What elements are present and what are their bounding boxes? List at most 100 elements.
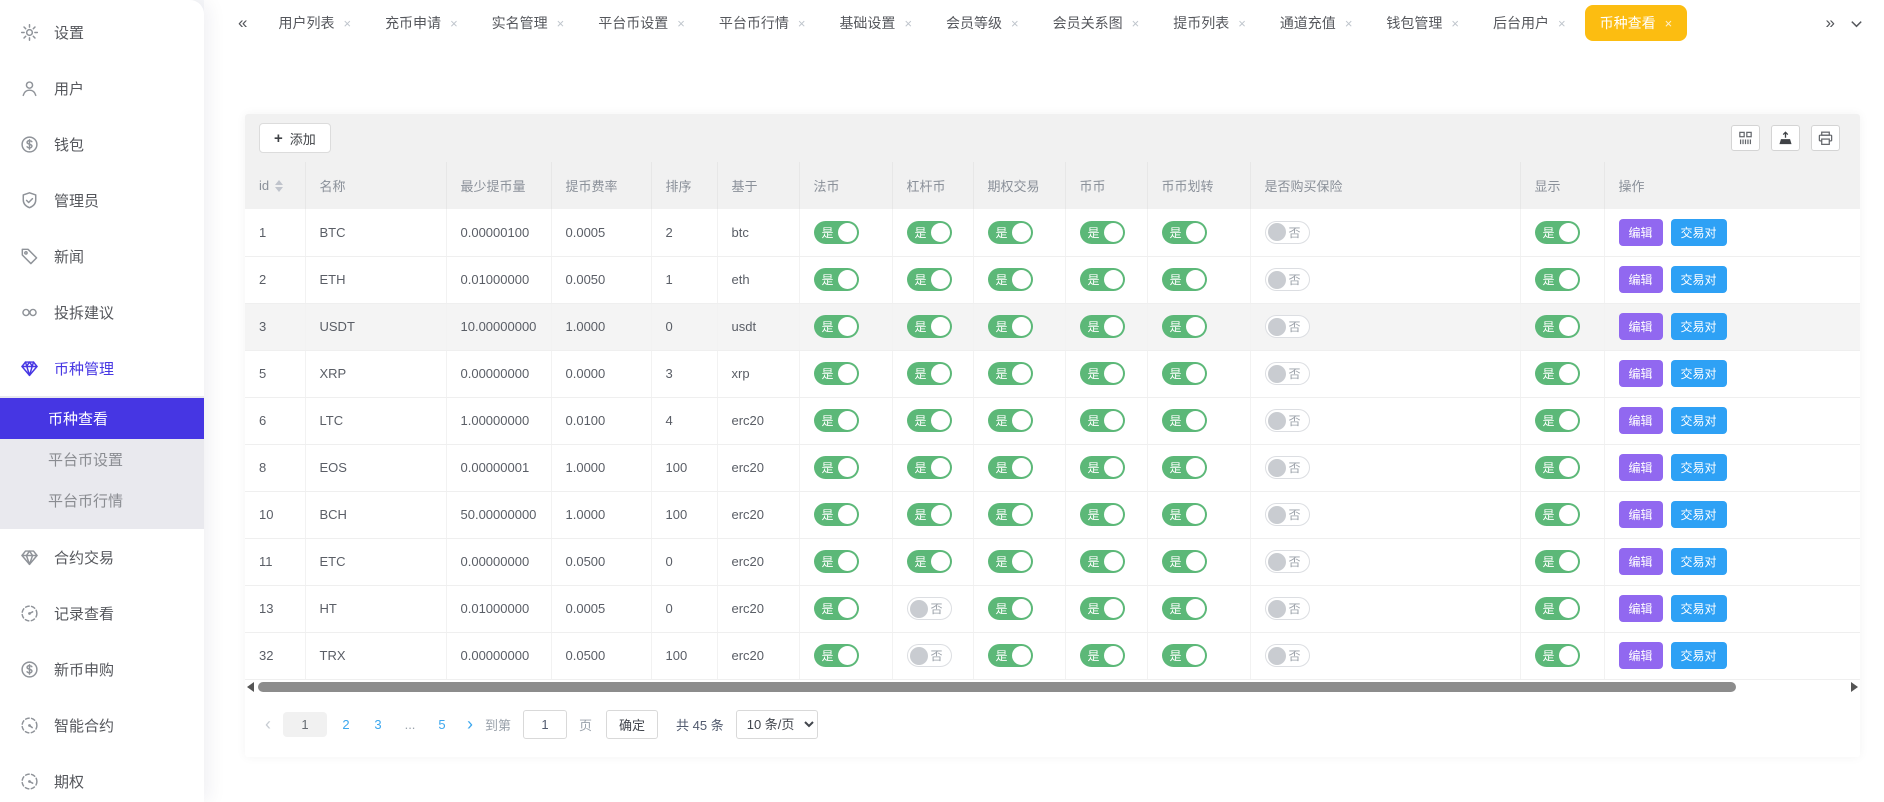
fiat-toggle-on[interactable]: 是 bbox=[814, 597, 859, 620]
tab-realname-manage[interactable]: 实名管理× bbox=[477, 5, 580, 41]
scrollbar-left-arrow-icon[interactable] bbox=[247, 682, 254, 692]
tab-withdraw-list[interactable]: 提币列表× bbox=[1158, 5, 1261, 41]
trade-pair-button[interactable]: 交易对 bbox=[1671, 642, 1727, 669]
tab-deposit-apply[interactable]: 充币申请× bbox=[370, 5, 473, 41]
fiat-toggle-on[interactable]: 是 bbox=[814, 503, 859, 526]
coin-toggle-on[interactable]: 是 bbox=[1080, 503, 1125, 526]
insurance-toggle-off[interactable]: 否 bbox=[1265, 221, 1310, 244]
show-toggle-on[interactable]: 是 bbox=[1535, 644, 1580, 667]
page-link-1[interactable]: 1 bbox=[283, 712, 327, 737]
coin-toggle-on[interactable]: 是 bbox=[1080, 456, 1125, 479]
transfer-toggle-on[interactable]: 是 bbox=[1162, 597, 1207, 620]
show-toggle-on[interactable]: 是 bbox=[1535, 268, 1580, 291]
edit-button[interactable]: 编辑 bbox=[1619, 313, 1663, 340]
scrollbar-thumb[interactable] bbox=[258, 682, 1736, 692]
leverage-toggle-off[interactable]: 否 bbox=[907, 597, 952, 620]
show-toggle-on[interactable]: 是 bbox=[1535, 550, 1580, 573]
page-link-3[interactable]: 3 bbox=[365, 712, 391, 737]
edit-button[interactable]: 编辑 bbox=[1619, 407, 1663, 434]
tab-platform-coin-settings[interactable]: 平台币设置× bbox=[583, 5, 700, 41]
options-toggle-on[interactable]: 是 bbox=[988, 268, 1033, 291]
trade-pair-button[interactable]: 交易对 bbox=[1671, 501, 1727, 528]
page-size-select[interactable]: 10 条/页 bbox=[736, 710, 818, 739]
confirm-button[interactable]: 确定 bbox=[606, 710, 658, 739]
tab-basic-settings[interactable]: 基础设置× bbox=[824, 5, 927, 41]
sidebar-subitem-platform-coin-quotes[interactable]: 平台币行情 bbox=[0, 480, 204, 521]
leverage-toggle-on[interactable]: 是 bbox=[907, 503, 952, 526]
tab-close-icon[interactable]: × bbox=[1238, 16, 1246, 31]
options-toggle-on[interactable]: 是 bbox=[988, 456, 1033, 479]
tab-member-relation[interactable]: 会员关系图× bbox=[1038, 5, 1155, 41]
sidebar-item-wallet[interactable]: 钱包 bbox=[0, 116, 204, 172]
transfer-toggle-on[interactable]: 是 bbox=[1162, 644, 1207, 667]
edit-button[interactable]: 编辑 bbox=[1619, 548, 1663, 575]
trade-pair-button[interactable]: 交易对 bbox=[1671, 313, 1727, 340]
sidebar-item-settings[interactable]: 设置 bbox=[0, 4, 204, 60]
tab-close-icon[interactable]: × bbox=[1558, 16, 1566, 31]
tab-close-icon[interactable]: × bbox=[343, 16, 351, 31]
transfer-toggle-on[interactable]: 是 bbox=[1162, 315, 1207, 338]
fiat-toggle-on[interactable]: 是 bbox=[814, 409, 859, 432]
tabs-scroll-right-icon[interactable]: » bbox=[1818, 13, 1843, 33]
options-toggle-on[interactable]: 是 bbox=[988, 315, 1033, 338]
options-toggle-on[interactable]: 是 bbox=[988, 597, 1033, 620]
tab-close-icon[interactable]: × bbox=[1665, 16, 1673, 31]
tab-close-icon[interactable]: × bbox=[557, 16, 565, 31]
insurance-toggle-off[interactable]: 否 bbox=[1265, 503, 1310, 526]
leverage-toggle-on[interactable]: 是 bbox=[907, 550, 952, 573]
insurance-toggle-off[interactable]: 否 bbox=[1265, 409, 1310, 432]
insurance-toggle-off[interactable]: 否 bbox=[1265, 268, 1310, 291]
edit-button[interactable]: 编辑 bbox=[1619, 595, 1663, 622]
sidebar-item-records[interactable]: 记录查看 bbox=[0, 585, 204, 641]
tab-channel-recharge[interactable]: 通道充值× bbox=[1265, 5, 1368, 41]
sidebar-item-smart-contract[interactable]: 智能合约 bbox=[0, 697, 204, 753]
tab-platform-coin-quotes[interactable]: 平台币行情× bbox=[704, 5, 821, 41]
show-toggle-on[interactable]: 是 bbox=[1535, 315, 1580, 338]
edit-button[interactable]: 编辑 bbox=[1619, 360, 1663, 387]
leverage-toggle-on[interactable]: 是 bbox=[907, 456, 952, 479]
show-toggle-on[interactable]: 是 bbox=[1535, 503, 1580, 526]
fiat-toggle-on[interactable]: 是 bbox=[814, 456, 859, 479]
options-toggle-on[interactable]: 是 bbox=[988, 644, 1033, 667]
edit-button[interactable]: 编辑 bbox=[1619, 454, 1663, 481]
sidebar-item-contract-trade[interactable]: 合约交易 bbox=[0, 529, 204, 585]
options-toggle-on[interactable]: 是 bbox=[988, 550, 1033, 573]
tab-close-icon[interactable]: × bbox=[1451, 16, 1459, 31]
coin-toggle-on[interactable]: 是 bbox=[1080, 362, 1125, 385]
scrollbar-right-arrow-icon[interactable] bbox=[1851, 682, 1858, 692]
sidebar-item-new-coin[interactable]: 新币申购 bbox=[0, 641, 204, 697]
tabs-scroll-left-icon[interactable]: « bbox=[230, 13, 255, 33]
tab-close-icon[interactable]: × bbox=[677, 16, 685, 31]
transfer-toggle-on[interactable]: 是 bbox=[1162, 456, 1207, 479]
coin-toggle-on[interactable]: 是 bbox=[1080, 597, 1125, 620]
tab-backend-users[interactable]: 后台用户× bbox=[1478, 5, 1581, 41]
sidebar-subitem-platform-coin-settings[interactable]: 平台币设置 bbox=[0, 439, 204, 480]
insurance-toggle-off[interactable]: 否 bbox=[1265, 550, 1310, 573]
fiat-toggle-on[interactable]: 是 bbox=[814, 362, 859, 385]
tabs-collapse-chevron-down-icon[interactable] bbox=[1843, 16, 1870, 31]
edit-button[interactable]: 编辑 bbox=[1619, 642, 1663, 669]
sidebar-item-feedback[interactable]: 投拆建议 bbox=[0, 284, 204, 340]
tab-close-icon[interactable]: × bbox=[904, 16, 912, 31]
transfer-toggle-on[interactable]: 是 bbox=[1162, 550, 1207, 573]
show-toggle-on[interactable]: 是 bbox=[1535, 409, 1580, 432]
trade-pair-button[interactable]: 交易对 bbox=[1671, 219, 1727, 246]
trade-pair-button[interactable]: 交易对 bbox=[1671, 266, 1727, 293]
print-icon[interactable] bbox=[1811, 125, 1840, 151]
leverage-toggle-on[interactable]: 是 bbox=[907, 362, 952, 385]
coin-toggle-on[interactable]: 是 bbox=[1080, 315, 1125, 338]
export-icon[interactable] bbox=[1771, 125, 1800, 151]
page-link-5[interactable]: 5 bbox=[429, 712, 455, 737]
trade-pair-button[interactable]: 交易对 bbox=[1671, 548, 1727, 575]
insurance-toggle-off[interactable]: 否 bbox=[1265, 362, 1310, 385]
options-toggle-on[interactable]: 是 bbox=[988, 362, 1033, 385]
fiat-toggle-on[interactable]: 是 bbox=[814, 221, 859, 244]
show-toggle-on[interactable]: 是 bbox=[1535, 362, 1580, 385]
insurance-toggle-off[interactable]: 否 bbox=[1265, 644, 1310, 667]
scrollbar-track[interactable] bbox=[258, 682, 1847, 692]
show-toggle-on[interactable]: 是 bbox=[1535, 456, 1580, 479]
options-toggle-on[interactable]: 是 bbox=[988, 503, 1033, 526]
edit-button[interactable]: 编辑 bbox=[1619, 501, 1663, 528]
tab-member-level[interactable]: 会员等级× bbox=[931, 5, 1034, 41]
columns-grid-icon[interactable] bbox=[1731, 125, 1760, 151]
